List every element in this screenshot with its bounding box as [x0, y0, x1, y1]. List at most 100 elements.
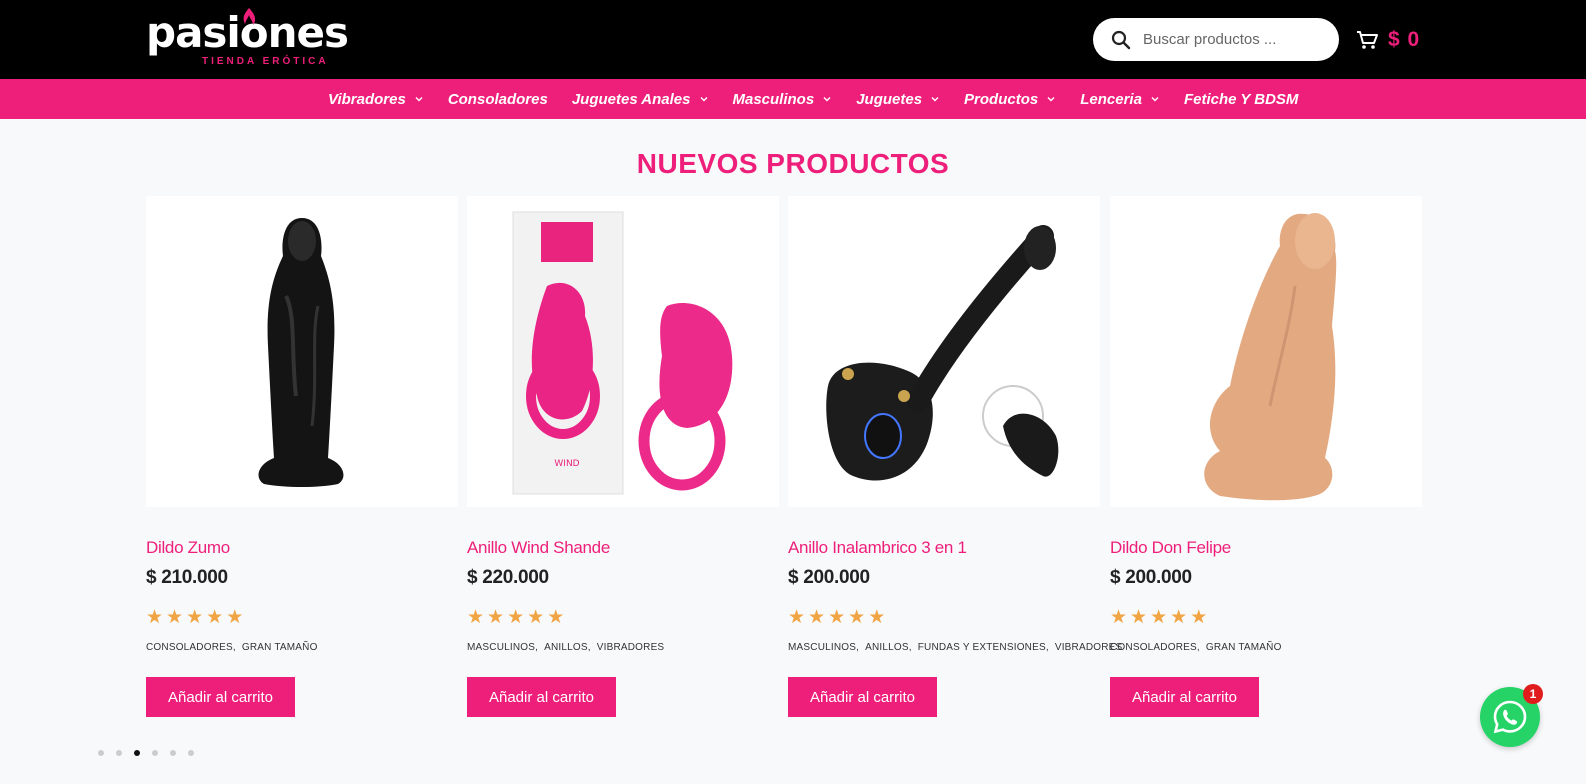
- star-icon: ★: [828, 607, 846, 628]
- product-image[interactable]: WIND: [467, 196, 779, 507]
- add-to-cart-button[interactable]: Añadir al carrito: [467, 677, 616, 717]
- product-image[interactable]: [1110, 196, 1422, 507]
- product-card[interactable]: WIND Anillo Wind Shande $ 220.000 ★ ★ ★ ★ ★ …: [467, 196, 779, 717]
- nav-item-vibradores[interactable]: Vibradores: [328, 91, 424, 108]
- nav-item-fetiche-y-bdsm[interactable]: Fetiche Y BDSM: [1184, 91, 1298, 108]
- star-icon: ★: [848, 607, 866, 628]
- black-dildo-image: [258, 218, 344, 487]
- nav-item-label: Juguetes Anales: [571, 90, 691, 108]
- flame-icon: [243, 8, 256, 25]
- add-to-cart-button[interactable]: Añadir al carrito: [1110, 677, 1259, 717]
- cart-icon[interactable]: [1356, 30, 1378, 50]
- nav-item-label: Masculinos: [732, 90, 815, 108]
- star-icon: ★: [547, 607, 565, 628]
- nav-item-label: Consoladores: [447, 90, 548, 108]
- category-link[interactable]: FUNDAS Y EXTENSIONES,: [918, 642, 1049, 653]
- rating-stars: ★ ★ ★ ★ ★: [467, 608, 567, 627]
- product-price: $ 200.000: [1110, 567, 1192, 588]
- category-link[interactable]: CONSOLADORES,: [146, 642, 236, 653]
- product-categories: CONSOLADORES, GRAN TAMAÑO: [146, 642, 324, 653]
- carousel-dot[interactable]: [98, 750, 104, 756]
- black-ring-remote-image: [826, 225, 1059, 481]
- category-link[interactable]: MASCULINOS,: [788, 642, 859, 653]
- nav-item-consoladores[interactable]: Consoladores: [448, 91, 548, 108]
- category-link[interactable]: GRAN TAMAÑO: [1206, 642, 1282, 653]
- main-nav: Vibradores Consoladores Juguetes Anales Mas…: [0, 79, 1586, 119]
- star-icon: ★: [868, 607, 886, 628]
- product-categories: CONSOLADORES, GRAN TAMAÑO: [1110, 642, 1288, 653]
- carousel-dot[interactable]: [188, 750, 194, 756]
- flesh-dildo-image: [1204, 213, 1337, 501]
- cart-button[interactable]: $ 0: [1356, 24, 1420, 56]
- star-icon: ★: [166, 607, 184, 628]
- chevron-down-icon[interactable]: [699, 94, 709, 104]
- chevron-down-icon[interactable]: [822, 94, 832, 104]
- product-categories: MASCULINOS, ANILLOS, VIBRADORES: [467, 642, 670, 653]
- product-categories: MASCULINOS, ANILLOS, FUNDAS Y EXTENSIONES,…: [788, 642, 1128, 653]
- site-logo[interactable]: pasiones TIENDA ERÓTICA: [146, 6, 349, 68]
- star-icon: ★: [1170, 607, 1188, 628]
- product-name[interactable]: Dildo Zumo: [146, 538, 230, 558]
- star-icon: ★: [1150, 607, 1168, 628]
- product-name[interactable]: Dildo Don Felipe: [1110, 538, 1231, 558]
- section-title: NUEVOS PRODUCTOS: [636, 148, 950, 179]
- nav-item-label: Productos: [964, 90, 1039, 108]
- product-price: $ 210.000: [146, 567, 228, 588]
- nav-item-label: Lenceria: [1080, 90, 1142, 108]
- category-link[interactable]: VIBRADORES: [597, 642, 665, 653]
- nav-item-label: Vibradores: [328, 90, 406, 108]
- product-image[interactable]: [788, 196, 1100, 507]
- star-icon: ★: [1130, 607, 1148, 628]
- rating-stars: ★ ★ ★ ★ ★: [146, 608, 246, 627]
- carousel-dot[interactable]: [170, 750, 176, 756]
- category-link[interactable]: MASCULINOS,: [467, 642, 538, 653]
- nav-item-masculinos[interactable]: Masculinos: [733, 91, 833, 108]
- chevron-down-icon[interactable]: [930, 94, 940, 104]
- cart-amount: $ 0: [1388, 28, 1421, 51]
- star-icon: ★: [467, 607, 485, 628]
- star-icon: ★: [808, 607, 826, 628]
- carousel-dot[interactable]: [116, 750, 122, 756]
- star-icon: ★: [487, 607, 505, 628]
- star-icon: ★: [507, 607, 525, 628]
- whatsapp-icon: [1493, 700, 1527, 734]
- search-bar[interactable]: [1093, 18, 1339, 61]
- chevron-down-icon[interactable]: [1150, 94, 1160, 104]
- product-price: $ 200.000: [788, 567, 870, 588]
- product-card[interactable]: Dildo Zumo $ 210.000 ★ ★ ★ ★ ★ CONSOLADORES,…: [146, 196, 458, 717]
- carousel-dots: [98, 750, 206, 756]
- star-icon: ★: [1190, 607, 1208, 628]
- star-icon: ★: [1110, 607, 1128, 628]
- chevron-down-icon[interactable]: [414, 94, 424, 104]
- star-icon: ★: [146, 607, 164, 628]
- nav-item-juguetes[interactable]: Juguetes: [856, 91, 940, 108]
- chevron-down-icon[interactable]: [1046, 94, 1056, 104]
- star-icon: ★: [206, 607, 224, 628]
- add-to-cart-button[interactable]: Añadir al carrito: [146, 677, 295, 717]
- category-link[interactable]: ANILLOS,: [544, 642, 591, 653]
- product-name[interactable]: Anillo Inalambrico 3 en 1: [788, 538, 967, 558]
- product-name[interactable]: Anillo Wind Shande: [467, 538, 610, 558]
- nav-item-label: Juguetes: [856, 90, 923, 108]
- product-card[interactable]: Anillo Inalambrico 3 en 1 $ 200.000 ★ ★ ★ ★…: [788, 196, 1122, 717]
- add-to-cart-button[interactable]: Añadir al carrito: [788, 677, 937, 717]
- category-link[interactable]: ANILLOS,: [865, 642, 912, 653]
- product-price: $ 220.000: [467, 567, 549, 588]
- top-header: pasiones TIENDA ERÓTICA $ 0: [0, 0, 1586, 79]
- notification-badge: 1: [1523, 684, 1543, 704]
- nav-item-lenceria[interactable]: Lenceria: [1080, 91, 1160, 108]
- carousel-dot[interactable]: [134, 750, 140, 756]
- pink-ring-image: WIND: [512, 211, 733, 495]
- nav-list: Vibradores Consoladores Juguetes Anales Mas…: [328, 79, 1322, 119]
- carousel-dot[interactable]: [152, 750, 158, 756]
- rating-stars: ★ ★ ★ ★ ★: [1110, 608, 1210, 627]
- search-icon[interactable]: [1111, 30, 1131, 50]
- product-card[interactable]: Dildo Don Felipe $ 200.000 ★ ★ ★ ★ ★ CONSOLA…: [1110, 196, 1422, 717]
- product-image[interactable]: [146, 196, 458, 507]
- box-label: WIND: [554, 459, 579, 469]
- nav-item-juguetes-anales[interactable]: Juguetes Anales: [572, 91, 709, 108]
- search-input[interactable]: [1143, 26, 1323, 53]
- category-link[interactable]: GRAN TAMAÑO: [242, 642, 318, 653]
- category-link[interactable]: CONSOLADORES,: [1110, 642, 1200, 653]
- nav-item-productos[interactable]: Productos: [964, 91, 1056, 108]
